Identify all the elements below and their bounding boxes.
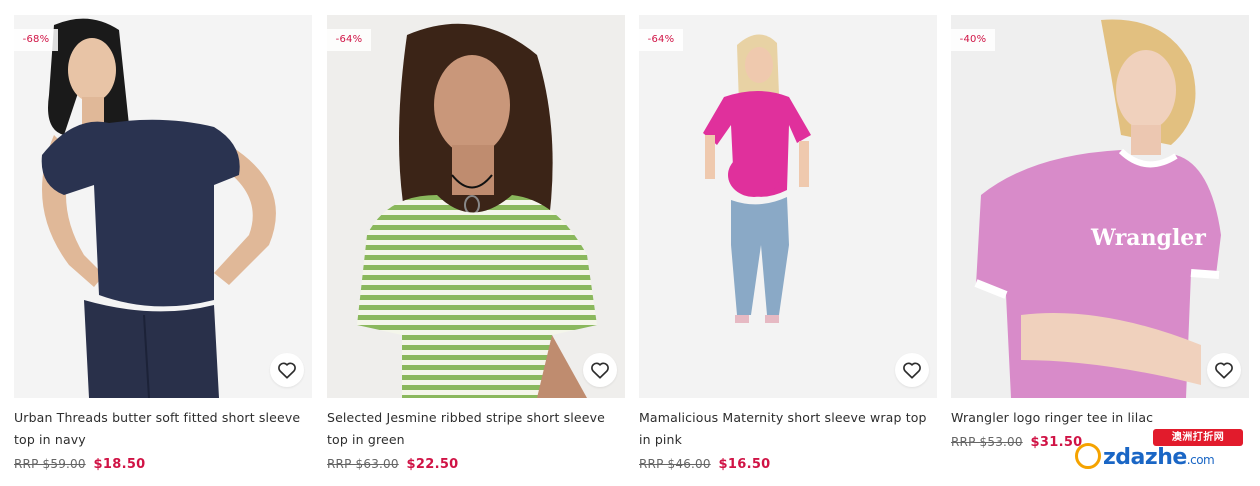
product-price: RRP $63.00 $22.50: [327, 457, 459, 472]
product-image[interactable]: Wrangler: [951, 15, 1249, 398]
discount-badge: -68%: [14, 29, 58, 51]
save-favorite-button[interactable]: [583, 353, 617, 387]
rrp-price: RRP $46.00: [639, 457, 711, 471]
watermark-logo-suffix: .com: [1186, 453, 1215, 467]
sale-price: $22.50: [406, 457, 459, 472]
product-image[interactable]: [327, 15, 625, 398]
sale-price: $18.50: [93, 457, 146, 472]
save-favorite-button[interactable]: [1207, 353, 1241, 387]
product-price: RRP $59.00 $18.50: [14, 457, 146, 472]
save-favorite-button[interactable]: [270, 353, 304, 387]
rrp-price: RRP $59.00: [14, 457, 86, 471]
rrp-price: RRP $53.00: [951, 435, 1023, 449]
site-watermark: 澳洲打折网 zdazhe.com: [1075, 429, 1243, 473]
product-card[interactable]: Wrangler -40% Wrangler logo ringer tee i…: [951, 15, 1249, 486]
heart-outline-icon: [591, 362, 609, 379]
discount-badge: -64%: [639, 29, 683, 51]
watermark-logo: zdazhe.com: [1075, 443, 1215, 473]
shirt-print-text: Wrangler: [1090, 225, 1206, 251]
heart-outline-icon: [278, 362, 296, 379]
product-title[interactable]: Selected Jesmine ribbed stripe short sle…: [327, 407, 625, 451]
product-title[interactable]: Mamalicious Maternity short sleeve wrap …: [639, 407, 937, 451]
watermark-o-icon: [1075, 443, 1101, 469]
watermark-logo-text: zdazhe: [1103, 445, 1187, 470]
rrp-price: RRP $63.00: [327, 457, 399, 471]
product-card[interactable]: -64% Selected Jesmine ribbed stripe shor…: [327, 15, 625, 486]
product-grid: -68% Urban Threads butter soft fitted sh…: [14, 15, 1254, 486]
product-card[interactable]: -64% Mamalicious Maternity short sleeve …: [639, 15, 937, 486]
product-card[interactable]: -68% Urban Threads butter soft fitted sh…: [14, 15, 312, 486]
save-favorite-button[interactable]: [895, 353, 929, 387]
product-price: RRP $46.00 $16.50: [639, 457, 771, 472]
product-image[interactable]: [14, 15, 312, 398]
product-image[interactable]: [639, 15, 937, 398]
discount-badge: -40%: [951, 29, 995, 51]
heart-outline-icon: [1215, 362, 1233, 379]
product-title[interactable]: Wrangler logo ringer tee in lilac: [951, 407, 1249, 429]
heart-outline-icon: [903, 362, 921, 379]
product-price: RRP $53.00 $31.50: [951, 435, 1083, 450]
sale-price: $16.50: [718, 457, 771, 472]
product-title[interactable]: Urban Threads butter soft fitted short s…: [14, 407, 312, 451]
discount-badge: -64%: [327, 29, 371, 51]
